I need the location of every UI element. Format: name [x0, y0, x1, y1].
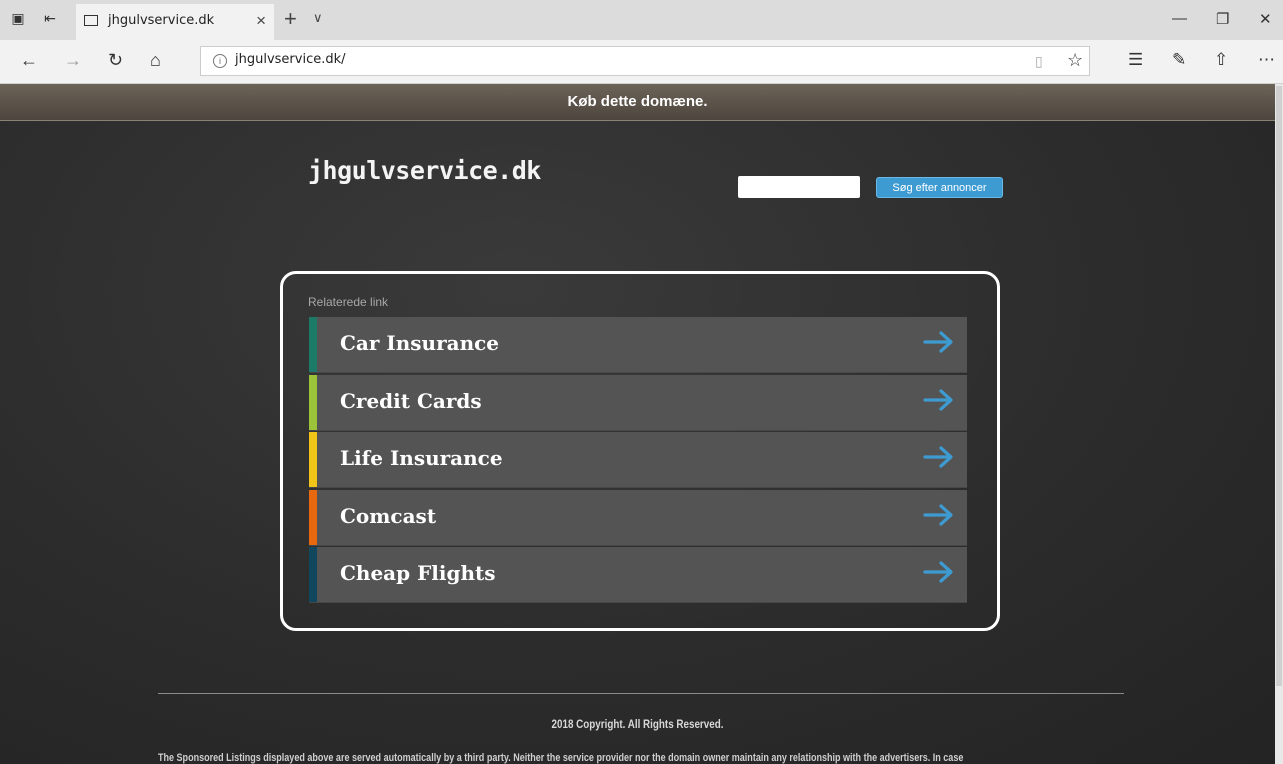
back-icon[interactable]: ← — [20, 50, 38, 71]
arrow-right-icon[interactable] — [923, 330, 955, 354]
link-color-stripe — [309, 432, 317, 487]
link-color-stripe — [309, 547, 317, 602]
close-window-icon[interactable]: ✕ — [1259, 10, 1272, 28]
favorite-star-icon[interactable]: ☆ — [1067, 50, 1083, 71]
buy-domain-bar[interactable]: Køb dette domæne. — [0, 84, 1275, 121]
reading-view-icon[interactable]: ▯ — [1035, 53, 1043, 70]
url-text[interactable]: jhgulvservice.dk/ — [235, 52, 346, 67]
scrollbar[interactable] — [1275, 84, 1283, 764]
tab-list-icon[interactable]: ▣ — [10, 10, 26, 26]
web-note-icon[interactable]: ✎ — [1172, 50, 1186, 70]
tab-active[interactable]: jhgulvservice.dk × — [76, 4, 274, 42]
related-link-row[interactable]: Credit Cards — [309, 374, 967, 431]
related-links-heading: Relaterede link — [308, 295, 389, 309]
search-button[interactable]: Søg efter annoncer — [876, 177, 1003, 198]
close-tab-icon[interactable]: × — [256, 11, 266, 31]
new-tab-icon[interactable]: + — [284, 6, 297, 32]
arrow-right-icon[interactable] — [923, 560, 955, 584]
arrow-right-icon[interactable] — [923, 445, 955, 469]
related-link-label[interactable]: Life Insurance — [340, 446, 503, 470]
related-link-row[interactable]: Cheap Flights — [309, 547, 967, 603]
page-content: Køb dette domæne. jhgulvservice.dk Søg e… — [0, 84, 1283, 764]
address-field[interactable]: i jhgulvservice.dk/ ▯ ☆ — [200, 46, 1090, 76]
restore-icon[interactable]: ❐ — [1216, 10, 1229, 28]
link-color-stripe — [309, 317, 317, 372]
related-link-row[interactable]: Car Insurance — [309, 317, 967, 373]
link-color-stripe — [309, 374, 317, 430]
copyright-text: 2018 Copyright. All Rights Reserved. — [551, 717, 724, 731]
site-title: jhgulvservice.dk — [308, 156, 541, 185]
minimize-icon[interactable]: — — [1172, 10, 1187, 27]
search-input[interactable] — [738, 176, 860, 198]
page-favicon-icon — [84, 15, 98, 26]
share-icon[interactable]: ⇧ — [1214, 50, 1228, 70]
refresh-icon[interactable]: ↻ — [108, 50, 123, 71]
arrow-right-icon[interactable] — [923, 503, 955, 527]
related-link-label[interactable]: Comcast — [340, 504, 436, 528]
home-icon[interactable]: ⌂ — [150, 50, 161, 71]
related-link-label[interactable]: Credit Cards — [340, 389, 482, 413]
related-link-label[interactable]: Cheap Flights — [340, 561, 496, 585]
link-color-stripe — [309, 489, 317, 545]
tab-title: jhgulvservice.dk — [108, 13, 215, 28]
forward-icon[interactable]: → — [64, 50, 82, 71]
related-link-row[interactable]: Life Insurance — [309, 432, 967, 488]
address-toolbar: ← → ↻ ⌂ i jhgulvservice.dk/ ▯ ☆ ☰ ✎ ⇧ ⋯ — [0, 40, 1283, 84]
footer-divider — [158, 693, 1124, 694]
tab-strip: ▣ ⇤ jhgulvservice.dk × + ∨ — ❐ ✕ — [0, 0, 1283, 42]
buy-domain-link[interactable]: Køb dette domæne. — [0, 93, 1275, 110]
more-icon[interactable]: ⋯ — [1258, 50, 1275, 70]
arrow-right-icon[interactable] — [923, 388, 955, 412]
favorites-hub-icon[interactable]: ☰ — [1128, 50, 1143, 70]
related-link-row[interactable]: Comcast — [309, 489, 967, 546]
scrollbar-thumb[interactable] — [1276, 86, 1282, 686]
related-link-label[interactable]: Car Insurance — [340, 331, 499, 355]
info-icon[interactable]: i — [213, 54, 227, 68]
set-aside-tabs-icon[interactable]: ⇤ — [42, 10, 58, 26]
disclaimer-text: The Sponsored Listings displayed above a… — [158, 752, 964, 764]
chevron-down-icon[interactable]: ∨ — [313, 10, 323, 26]
